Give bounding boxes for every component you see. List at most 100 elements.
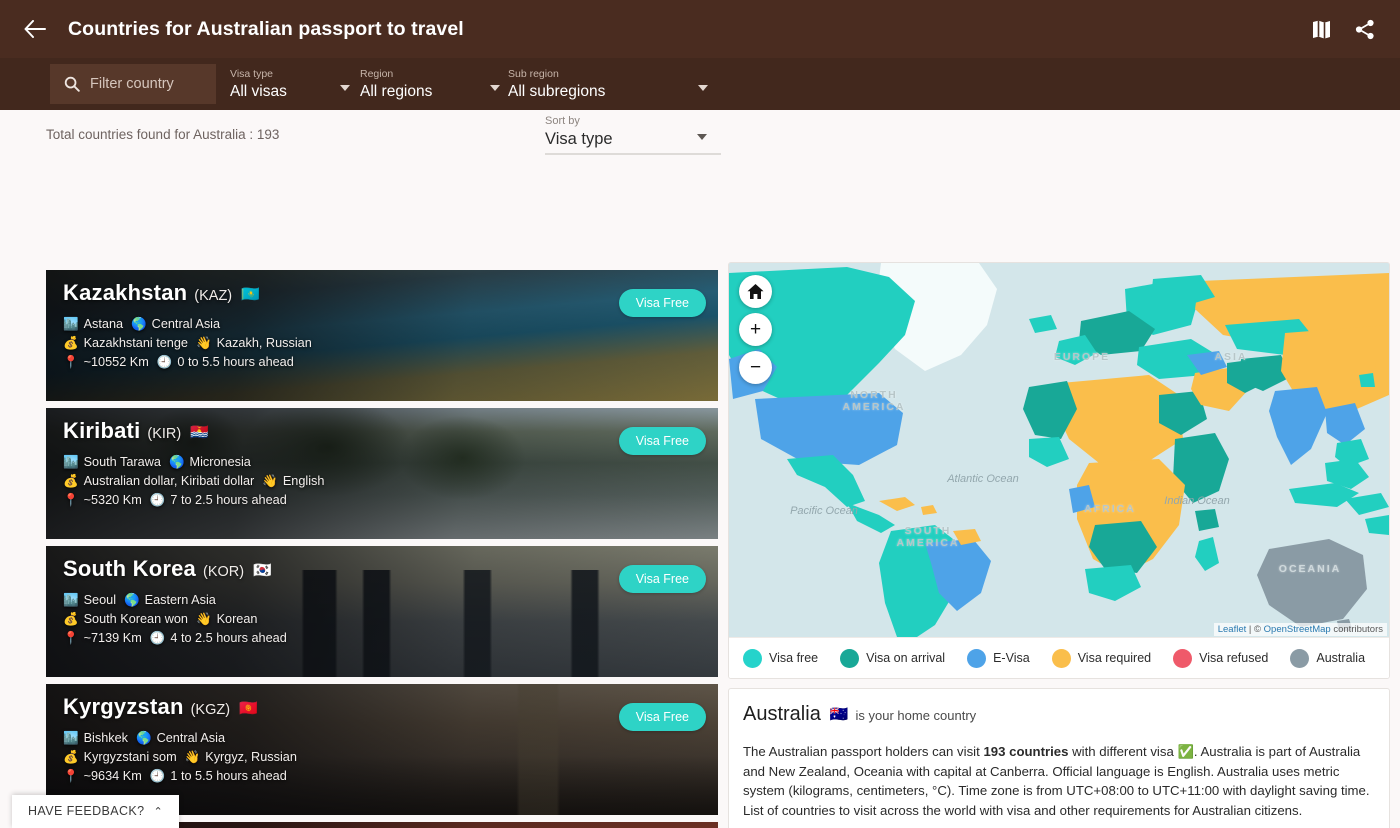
- subregion-value: Eastern Asia: [145, 591, 216, 610]
- sort-by-label: Sort by: [545, 114, 721, 128]
- legend-item-visa-free[interactable]: Visa free: [743, 649, 818, 668]
- visa-status-badge[interactable]: Visa Free: [619, 703, 706, 731]
- timezone-value: 4 to 2.5 hours ahead: [170, 629, 286, 648]
- back-arrow-icon[interactable]: [22, 16, 48, 42]
- distance-value: ~5320 Km: [84, 491, 142, 510]
- distance-value: ~10552 Km: [84, 353, 149, 372]
- legend-swatch: [743, 649, 762, 668]
- region-select[interactable]: Region All regions: [360, 68, 500, 101]
- leaflet-link[interactable]: Leaflet: [1218, 624, 1247, 635]
- sub-region-label: Sub region: [508, 68, 682, 81]
- wave-hand-icon: 👋: [196, 334, 212, 353]
- currency-value: South Korean won: [84, 610, 188, 629]
- clock-icon: 🕘: [150, 491, 166, 510]
- chevron-up-icon: ⌃: [154, 805, 164, 818]
- country-name: Kazakhstan: [63, 280, 187, 306]
- money-bag-icon: 💰: [63, 748, 79, 767]
- country-card[interactable]: South Korea (KOR) 🇰🇷 🏙️ Seoul 🌎 Eastern …: [46, 546, 718, 677]
- country-iso: (KGZ): [191, 702, 230, 718]
- currency-value: Kyrgyzstani som: [84, 748, 177, 767]
- chevron-down-icon: [490, 85, 500, 91]
- sub-region-value: All subregions: [508, 82, 682, 101]
- sort-by-value: Visa type: [545, 128, 721, 150]
- country-list[interactable]: Kazakhstan (KAZ) 🇰🇿 🏙️ Astana 🌎 Central …: [46, 270, 718, 828]
- capital-region-row: 🏙️ Bishkek 🌎 Central Asia: [63, 729, 718, 748]
- language-value: Korean: [217, 610, 258, 629]
- legend-item-visa-required[interactable]: Visa required: [1052, 649, 1151, 668]
- globe-icon: 🌎: [131, 315, 147, 334]
- visa-type-select[interactable]: Visa type All visas: [230, 68, 350, 101]
- region-label: Region: [360, 68, 474, 81]
- pin-icon: 📍: [63, 491, 79, 510]
- attribution-separator: | ©: [1246, 624, 1263, 635]
- sub-region-select[interactable]: Sub region All subregions: [508, 68, 708, 101]
- results-summary-row: Total countries found for Australia : 19…: [0, 110, 1400, 158]
- map-legend: Visa free Visa on arrival E-Visa Visa re…: [729, 637, 1389, 678]
- country-name: Kyrgyzstan: [63, 694, 184, 720]
- distance-timezone-row: 📍 ~5320 Km 🕘 7 to 2.5 hours ahead: [63, 491, 718, 510]
- sort-by-select[interactable]: Sort by Visa type: [545, 114, 721, 150]
- visa-status-badge[interactable]: Visa Free: [619, 427, 706, 455]
- subregion-value: Micronesia: [190, 453, 251, 472]
- feedback-button[interactable]: HAVE FEEDBACK? ⌃: [12, 795, 179, 828]
- capital-value: Astana: [84, 315, 124, 334]
- subregion-value: Central Asia: [157, 729, 225, 748]
- world-map[interactable]: + − Pacific Ocean Atlantic Ocean Indian …: [729, 263, 1389, 637]
- city-icon: 🏙️: [63, 591, 79, 610]
- visa-status-badge[interactable]: Visa Free: [619, 565, 706, 593]
- home-country-subtitle: is your home country: [856, 708, 977, 723]
- clock-icon: 🕘: [150, 767, 166, 786]
- capital-region-row: 🏙️ Astana 🌎 Central Asia: [63, 315, 718, 334]
- visa-type-value: All visas: [230, 82, 324, 101]
- world-map-svg: [729, 263, 1389, 637]
- country-iso: (KAZ): [194, 288, 232, 304]
- map-zoom-in-button[interactable]: +: [739, 313, 772, 346]
- legend-item-e-visa[interactable]: E-Visa: [967, 649, 1030, 668]
- legend-label: Visa refused: [1199, 651, 1268, 665]
- pin-icon: 📍: [63, 629, 79, 648]
- right-panel: + − Pacific Ocean Atlantic Ocean Indian …: [728, 262, 1390, 828]
- subregion-value: Central Asia: [152, 315, 220, 334]
- country-iso: (KIR): [147, 426, 181, 442]
- currency-value: Australian dollar, Kiribati dollar: [84, 472, 255, 491]
- home-country-name: Australia: [743, 703, 821, 726]
- map-book-icon[interactable]: [1306, 14, 1336, 44]
- timezone-value: 1 to 5.5 hours ahead: [170, 767, 286, 786]
- check-mark-icon: ✅: [1177, 744, 1193, 759]
- pin-icon: 📍: [63, 353, 79, 372]
- country-card[interactable]: Kiribati (KIR) 🇰🇮 🏙️ South Tarawa 🌎 Micr…: [46, 408, 718, 539]
- globe-icon: 🌎: [136, 729, 152, 748]
- distance-timezone-row: 📍 ~10552 Km 🕘 0 to 5.5 hours ahead: [63, 353, 718, 372]
- currency-language-row: 💰 South Korean won 👋 Korean: [63, 610, 718, 629]
- visa-status-badge[interactable]: Visa Free: [619, 289, 706, 317]
- pin-icon: 📍: [63, 767, 79, 786]
- distance-timezone-row: 📍 ~7139 Km 🕘 4 to 2.5 hours ahead: [63, 629, 718, 648]
- distance-value: ~7139 Km: [84, 629, 142, 648]
- map-home-button[interactable]: [739, 275, 772, 308]
- openstreetmap-link[interactable]: OpenStreetMap: [1264, 624, 1331, 635]
- distance-value: ~9634 Km: [84, 767, 142, 786]
- legend-label: E-Visa: [993, 651, 1030, 665]
- capital-value: Bishkek: [84, 729, 128, 748]
- currency-language-row: 💰 Kyrgyzstani som 👋 Kyrgyz, Russian: [63, 748, 718, 767]
- legend-item-visa-refused[interactable]: Visa refused: [1173, 649, 1268, 668]
- timezone-value: 0 to 5.5 hours ahead: [177, 353, 293, 372]
- sort-by-underline: [545, 153, 721, 155]
- country-name: South Korea: [63, 556, 196, 582]
- map-zoom-out-button[interactable]: −: [739, 351, 772, 384]
- home-icon: [747, 283, 764, 300]
- search-input[interactable]: Filter country: [50, 64, 216, 104]
- share-icon[interactable]: [1350, 14, 1380, 44]
- flag-icon: 🇰🇿: [241, 285, 260, 303]
- app-bar: Countries for Australian passport to tra…: [0, 0, 1400, 58]
- language-value: English: [283, 472, 325, 491]
- total-countries-text: Total countries found for Australia : 19…: [46, 127, 279, 142]
- wave-hand-icon: 👋: [262, 472, 278, 491]
- legend-label: Visa on arrival: [866, 651, 945, 665]
- distance-timezone-row: 📍 ~9634 Km 🕘 1 to 5.5 hours ahead: [63, 767, 718, 786]
- legend-item-visa-on-arrival[interactable]: Visa on arrival: [840, 649, 945, 668]
- legend-swatch: [967, 649, 986, 668]
- country-card[interactable]: Kazakhstan (KAZ) 🇰🇿 🏙️ Astana 🌎 Central …: [46, 270, 718, 401]
- legend-item-australia[interactable]: Australia: [1290, 649, 1365, 668]
- globe-icon: 🌎: [124, 591, 140, 610]
